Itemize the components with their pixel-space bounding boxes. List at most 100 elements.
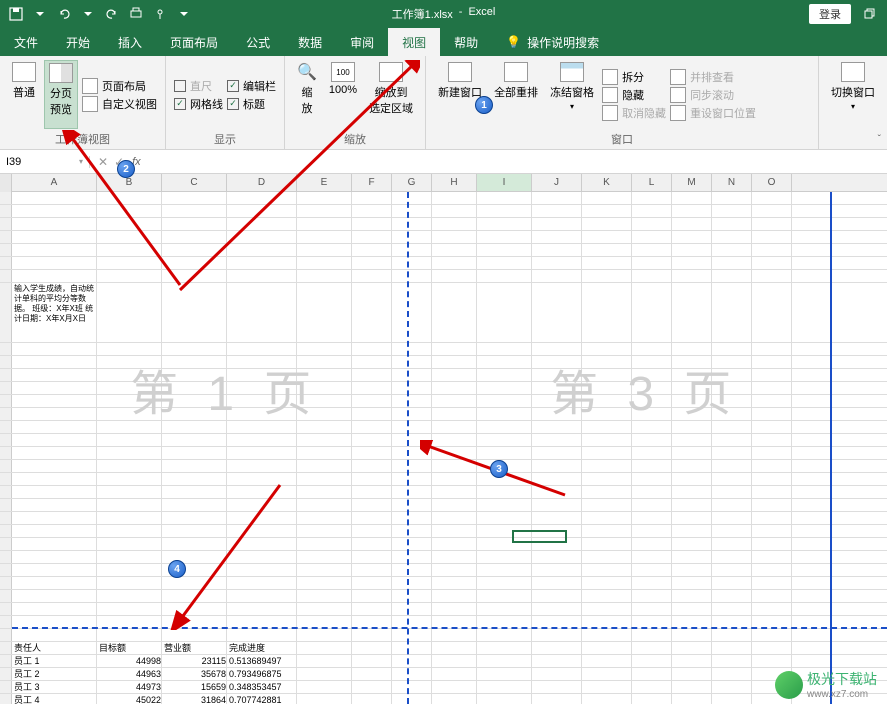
cell[interactable] bbox=[352, 668, 392, 680]
new-window-button[interactable]: 新建窗口 bbox=[434, 60, 486, 129]
cell[interactable] bbox=[432, 603, 477, 615]
cell[interactable] bbox=[392, 343, 432, 355]
cell[interactable] bbox=[352, 629, 392, 641]
save-icon[interactable] bbox=[6, 4, 26, 24]
column-header[interactable]: F bbox=[352, 174, 392, 191]
cell[interactable] bbox=[752, 629, 792, 641]
cell[interactable] bbox=[752, 447, 792, 459]
cell[interactable] bbox=[532, 642, 582, 654]
row-header[interactable] bbox=[0, 603, 12, 615]
cell[interactable] bbox=[12, 629, 97, 641]
cell[interactable] bbox=[477, 668, 532, 680]
cell[interactable] bbox=[97, 538, 162, 550]
name-box[interactable]: I39 ▾ bbox=[0, 156, 90, 168]
cell[interactable] bbox=[227, 395, 297, 407]
cell[interactable] bbox=[477, 421, 532, 433]
cell[interactable] bbox=[227, 192, 297, 204]
touch-icon[interactable] bbox=[150, 4, 170, 24]
cell[interactable] bbox=[477, 356, 532, 368]
row-header[interactable] bbox=[0, 681, 12, 693]
cell[interactable] bbox=[672, 369, 712, 381]
cell[interactable] bbox=[97, 382, 162, 394]
cell[interactable] bbox=[752, 551, 792, 563]
cell[interactable] bbox=[712, 434, 752, 446]
cell[interactable] bbox=[12, 447, 97, 459]
cell[interactable] bbox=[227, 460, 297, 472]
cell[interactable] bbox=[12, 473, 97, 485]
cell[interactable] bbox=[392, 564, 432, 576]
cell[interactable] bbox=[227, 603, 297, 615]
cell[interactable] bbox=[632, 590, 672, 602]
cell[interactable] bbox=[297, 603, 352, 615]
cell[interactable] bbox=[432, 447, 477, 459]
cell[interactable] bbox=[582, 473, 632, 485]
qat-customize-icon[interactable] bbox=[174, 4, 194, 24]
cell[interactable] bbox=[632, 369, 672, 381]
cell[interactable] bbox=[352, 499, 392, 511]
cell[interactable] bbox=[752, 577, 792, 589]
cell[interactable] bbox=[432, 642, 477, 654]
cell[interactable] bbox=[582, 218, 632, 230]
cell[interactable] bbox=[392, 395, 432, 407]
cell[interactable] bbox=[632, 538, 672, 550]
cell[interactable]: 员工 2 bbox=[12, 668, 97, 680]
cell[interactable]: 45022 bbox=[97, 694, 162, 704]
cell[interactable] bbox=[632, 655, 672, 667]
cell[interactable] bbox=[712, 244, 752, 256]
cell[interactable]: 员工 3 bbox=[12, 681, 97, 693]
cell[interactable] bbox=[392, 408, 432, 420]
menu-search[interactable]: 💡 操作说明搜索 bbox=[492, 28, 599, 56]
cell[interactable] bbox=[632, 629, 672, 641]
cell[interactable] bbox=[672, 642, 712, 654]
cell[interactable] bbox=[162, 603, 227, 615]
cell[interactable] bbox=[392, 603, 432, 615]
freeze-panes-button[interactable]: 冻结窗格 ▾ bbox=[546, 60, 598, 129]
cell[interactable] bbox=[392, 525, 432, 537]
cell[interactable] bbox=[477, 642, 532, 654]
cell[interactable] bbox=[392, 460, 432, 472]
cell[interactable] bbox=[532, 343, 582, 355]
cell[interactable] bbox=[582, 447, 632, 459]
cell[interactable] bbox=[532, 564, 582, 576]
cell[interactable] bbox=[752, 460, 792, 472]
cell[interactable] bbox=[582, 244, 632, 256]
cell[interactable] bbox=[477, 395, 532, 407]
cell[interactable]: 44973 bbox=[97, 681, 162, 693]
cell[interactable] bbox=[432, 218, 477, 230]
cell[interactable] bbox=[297, 421, 352, 433]
cell[interactable] bbox=[582, 512, 632, 524]
cell[interactable] bbox=[297, 218, 352, 230]
cell[interactable] bbox=[12, 577, 97, 589]
reset-window-button[interactable]: 重设窗口位置 bbox=[670, 105, 756, 121]
cell[interactable] bbox=[162, 408, 227, 420]
cell[interactable] bbox=[352, 257, 392, 269]
cell[interactable] bbox=[632, 603, 672, 615]
cell[interactable] bbox=[227, 512, 297, 524]
cell[interactable] bbox=[672, 512, 712, 524]
cell[interactable] bbox=[672, 486, 712, 498]
cell[interactable] bbox=[477, 499, 532, 511]
cell[interactable] bbox=[582, 655, 632, 667]
select-all-corner[interactable] bbox=[0, 174, 12, 192]
row-header[interactable] bbox=[0, 642, 12, 654]
cell[interactable] bbox=[97, 395, 162, 407]
cell[interactable] bbox=[672, 655, 712, 667]
cell[interactable] bbox=[632, 486, 672, 498]
cell[interactable] bbox=[477, 681, 532, 693]
cell[interactable] bbox=[532, 382, 582, 394]
menu-insert[interactable]: 插入 bbox=[104, 28, 156, 56]
cell[interactable] bbox=[162, 192, 227, 204]
cell[interactable] bbox=[632, 218, 672, 230]
cell[interactable] bbox=[752, 382, 792, 394]
cell[interactable] bbox=[162, 577, 227, 589]
cell[interactable] bbox=[632, 564, 672, 576]
cell[interactable] bbox=[392, 192, 432, 204]
row-header[interactable] bbox=[0, 512, 12, 524]
cell[interactable] bbox=[752, 421, 792, 433]
cell[interactable] bbox=[532, 616, 582, 628]
cell[interactable] bbox=[532, 244, 582, 256]
cell[interactable] bbox=[97, 244, 162, 256]
cell[interactable] bbox=[352, 551, 392, 563]
cell[interactable]: 员工 1 bbox=[12, 655, 97, 667]
cell[interactable] bbox=[392, 642, 432, 654]
